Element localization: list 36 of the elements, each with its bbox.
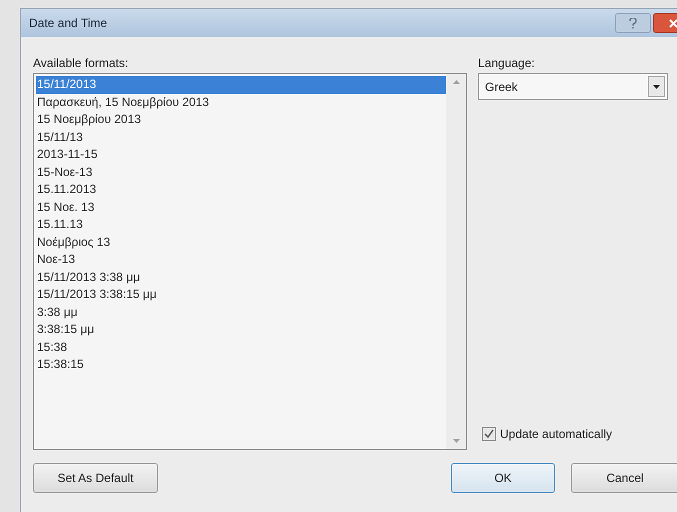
format-item[interactable]: 2013-11-15 (36, 146, 446, 164)
scroll-down-icon[interactable] (452, 439, 460, 443)
update-checkbox[interactable] (482, 427, 496, 441)
format-item[interactable]: Νοε-13 (36, 251, 446, 268)
caret-icon (653, 84, 660, 88)
language-label: Language: (478, 55, 536, 71)
help-button[interactable] (615, 13, 651, 33)
formats-label: Available formats: (33, 55, 130, 71)
close-icon (668, 18, 677, 28)
format-item[interactable]: 15:38 (36, 338, 446, 356)
format-item[interactable]: 3:38 μμ (36, 304, 446, 321)
scrollbar[interactable] (446, 74, 466, 449)
set-default-button[interactable]: Set As Default (33, 463, 158, 493)
format-item[interactable]: 15/11/2013 (36, 76, 446, 94)
format-item[interactable]: 15-Νοε-13 (36, 164, 446, 181)
format-item[interactable]: Παρασκευή, 15 Νοεμβρίου 2013 (36, 94, 446, 111)
format-item[interactable]: 15.11.2013 (36, 181, 446, 198)
format-item[interactable]: 15 Νοε. 13 (36, 198, 446, 216)
language-dropdown[interactable]: Greek (478, 73, 668, 100)
cancel-button[interactable]: Cancel (571, 463, 677, 493)
scroll-up-icon[interactable] (452, 80, 460, 84)
update-label: Update automatically (500, 426, 612, 443)
dropdown-arrow-button[interactable] (648, 76, 665, 97)
format-item[interactable]: 15/11/2013 3:38:15 μμ (36, 286, 446, 304)
format-item[interactable]: Νοέμβριος 13 (36, 234, 446, 251)
format-item[interactable]: 15/11/2013 3:38 μμ (36, 268, 446, 286)
ok-button[interactable]: OK (451, 463, 555, 493)
format-item[interactable]: 3:38:15 μμ (36, 321, 446, 338)
format-item[interactable]: 15:38:15 (36, 356, 446, 374)
format-item[interactable]: 15.11.13 (36, 216, 446, 234)
formats-list[interactable] (33, 73, 467, 450)
language-value: Greek (484, 78, 519, 96)
help-icon (629, 18, 637, 28)
format-item[interactable]: 15 Νοεμβρίου 2013 (36, 111, 446, 128)
format-item[interactable]: 15/11/13 (36, 128, 446, 146)
window-title: Date and Time (29, 15, 108, 32)
